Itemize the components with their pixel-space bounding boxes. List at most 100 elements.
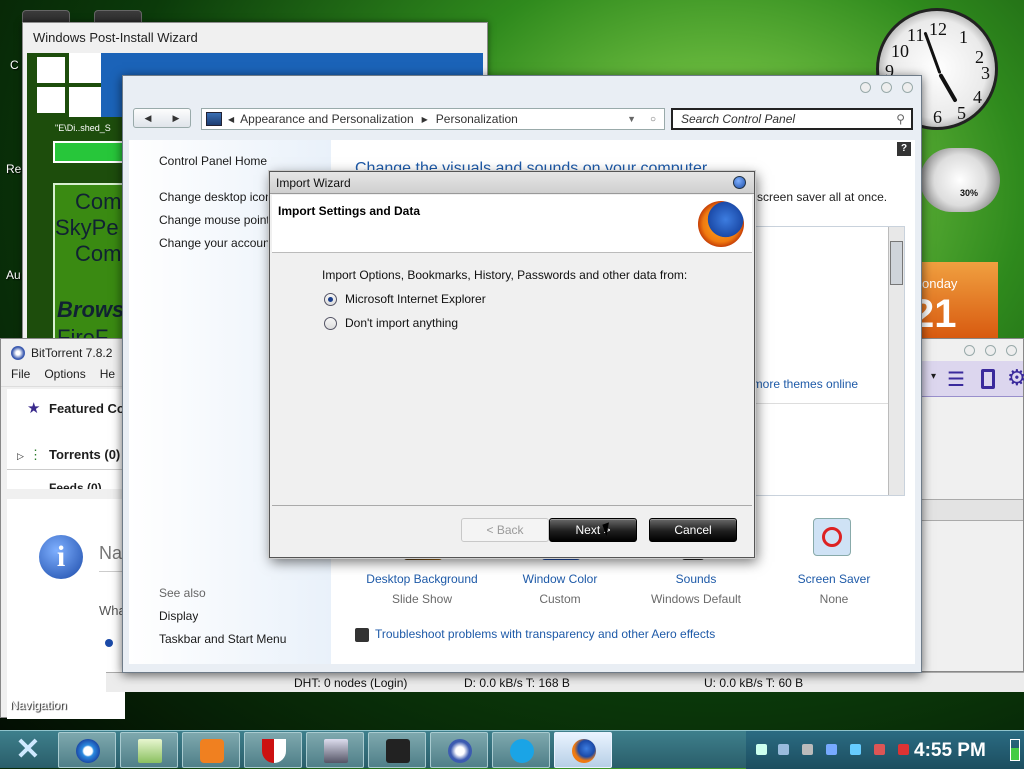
search-input[interactable]: Search Control Panel ⚲ (671, 108, 913, 130)
close-button[interactable] (1006, 345, 1017, 356)
radio-none[interactable] (324, 316, 337, 330)
bittorrent-menu-help[interactable]: He (100, 367, 115, 386)
more-themes-link[interactable]: t more themes online (746, 377, 858, 391)
screen-saver-title[interactable]: Screen Saver (769, 572, 899, 586)
bittorrent-menu-file[interactable]: File (11, 367, 30, 386)
mixer-icon (386, 739, 410, 763)
bittorrent-sidebar: ★ Featured Co ▷ ⋮ Torrents (0) Feeds (0) (7, 389, 125, 489)
taskbar-bittorrent[interactable] (430, 732, 488, 768)
change-mouse-pointers-link[interactable]: Change mouse pointers (159, 213, 271, 227)
refresh-icon[interactable]: ○ (650, 114, 656, 125)
bittorrent-title: BitTorrent 7.8.2 (31, 346, 113, 360)
taskbar-media-player[interactable] (182, 732, 240, 768)
sounds-option[interactable]: Sounds Windows Default (631, 572, 761, 606)
list-view-icon[interactable]: ☰ (947, 367, 965, 392)
cpu-gauge-gadget[interactable]: 30% (920, 148, 1000, 212)
import-option-ie[interactable]: Microsoft Internet Explorer (324, 292, 486, 306)
sounds-value: Windows Default (650, 592, 742, 606)
taskbar-skype[interactable] (492, 732, 550, 768)
breadcrumb-sep-icon: ▶ (421, 114, 428, 124)
bittorrent-logo-icon (11, 346, 25, 360)
breadcrumb-appearance[interactable]: Appearance and Personalization (240, 112, 413, 126)
featured-content-item[interactable]: Featured Co (49, 401, 125, 416)
expand-arrow-icon[interactable]: ▷ (17, 451, 24, 462)
import-wizard-dialog[interactable]: Import Wizard Import Settings and Data I… (269, 171, 755, 558)
post-install-item: SkyPe (55, 215, 119, 240)
taskbar-security[interactable] (244, 732, 302, 768)
tray-icon-5[interactable] (850, 744, 861, 755)
device-icon[interactable] (981, 369, 995, 389)
post-install-item: Com (75, 189, 122, 214)
back-button[interactable]: < Back (461, 518, 549, 542)
status-upload: U: 0.0 kB/s T: 60 B (704, 676, 804, 690)
firefox-logo-icon (698, 201, 744, 247)
post-install-item: Brows (57, 297, 125, 322)
back-arrow-icon[interactable]: ◀ (134, 109, 162, 127)
import-option-ie-label[interactable]: Microsoft Internet Explorer (345, 292, 486, 306)
import-option-none[interactable]: Don't import anything (324, 316, 458, 330)
minimize-button[interactable] (964, 345, 975, 356)
taskbar-start-menu-link[interactable]: Taskbar and Start Menu (159, 632, 286, 646)
tray-icon-1[interactable] (756, 744, 767, 755)
minimize-button[interactable] (860, 82, 871, 93)
calendar-day-label: onday (922, 276, 958, 291)
cpu-percent-label: 30% (960, 188, 979, 198)
tray-icon-6[interactable] (874, 744, 885, 755)
maximize-button[interactable] (881, 82, 892, 93)
change-account-picture-link[interactable]: Change your account picture (159, 236, 271, 250)
clock-number-11: 11 (907, 25, 925, 45)
dropdown-icon[interactable]: ▾ (931, 371, 936, 382)
start-button[interactable]: ✕ (8, 733, 48, 767)
bittorrent-toolbar-window[interactable]: ▾ ☰ ⚙ (920, 338, 1024, 672)
address-dropdown-icon[interactable]: ▼ (627, 114, 636, 124)
volume-icon[interactable] (898, 744, 909, 755)
theme-list-scrollbar[interactable] (888, 227, 904, 495)
desktop-label-2: Re (6, 162, 22, 176)
help-icon[interactable]: ? (897, 142, 911, 156)
control-panel-home-link[interactable]: Control Panel Home (159, 154, 267, 168)
clock-time[interactable]: 4:55 PM (914, 740, 986, 762)
display-link[interactable]: Display (159, 609, 198, 623)
radio-ie[interactable] (324, 292, 337, 306)
screen-saver-option[interactable]: Screen Saver None (769, 572, 899, 606)
import-option-none-label[interactable]: Don't import anything (345, 316, 458, 330)
taskbar-file-explorer[interactable] (120, 732, 178, 768)
nav-buttons: ◀ ▶ (133, 108, 191, 128)
bittorrent-menu-options[interactable]: Options (44, 367, 85, 386)
breadcrumb-personalization[interactable]: Personalization (436, 112, 518, 126)
scrollbar-thumb[interactable] (890, 241, 903, 285)
taskbar-control-panel[interactable] (306, 732, 364, 768)
tray-icon-4[interactable] (826, 744, 837, 755)
clock-number-12: 12 (929, 19, 947, 39)
tray-icon-2[interactable] (778, 744, 789, 755)
desktop-background-option[interactable]: Desktop Background Slide Show (357, 572, 487, 606)
sounds-title[interactable]: Sounds (631, 572, 761, 586)
windows-logo (37, 53, 101, 117)
cancel-button[interactable]: Cancel (649, 518, 737, 542)
search-icon[interactable]: ⚲ (896, 112, 905, 126)
taskbar-firefox[interactable] (554, 732, 612, 768)
tray-icon-3[interactable] (802, 744, 813, 755)
feeds-item[interactable]: Feeds (0) (49, 481, 102, 489)
close-button[interactable] (902, 82, 913, 93)
close-button[interactable] (733, 176, 746, 189)
forward-arrow-icon[interactable]: ▶ (162, 109, 190, 127)
next-button[interactable]: Next > (549, 518, 637, 542)
change-desktop-icons-link[interactable]: Change desktop icons (159, 190, 271, 204)
maximize-button[interactable] (985, 345, 996, 356)
troubleshoot-link[interactable]: Troubleshoot problems with transparency … (375, 627, 715, 641)
address-bar[interactable]: ◀ Appearance and Personalization ▶ Perso… (201, 108, 665, 130)
bittorrent-window[interactable]: BitTorrent 7.8.2 File Options He ★ Featu… (0, 338, 131, 719)
screen-saver-icon[interactable] (813, 518, 851, 556)
battery-icon[interactable] (1010, 739, 1020, 761)
window-color-option[interactable]: Window Color Custom (495, 572, 625, 606)
clock-number-3: 3 (981, 63, 990, 83)
desktop-background-title[interactable]: Desktop Background (357, 572, 487, 586)
control-panel-icon (206, 112, 222, 126)
window-color-title[interactable]: Window Color (495, 572, 625, 586)
gear-icon[interactable]: ⚙ (1007, 365, 1024, 391)
taskbar-internet-explorer[interactable] (58, 732, 116, 768)
torrents-item[interactable]: Torrents (0) (49, 447, 120, 462)
taskbar-mixer[interactable] (368, 732, 426, 768)
calendar-gadget[interactable]: onday 21 (912, 262, 998, 338)
